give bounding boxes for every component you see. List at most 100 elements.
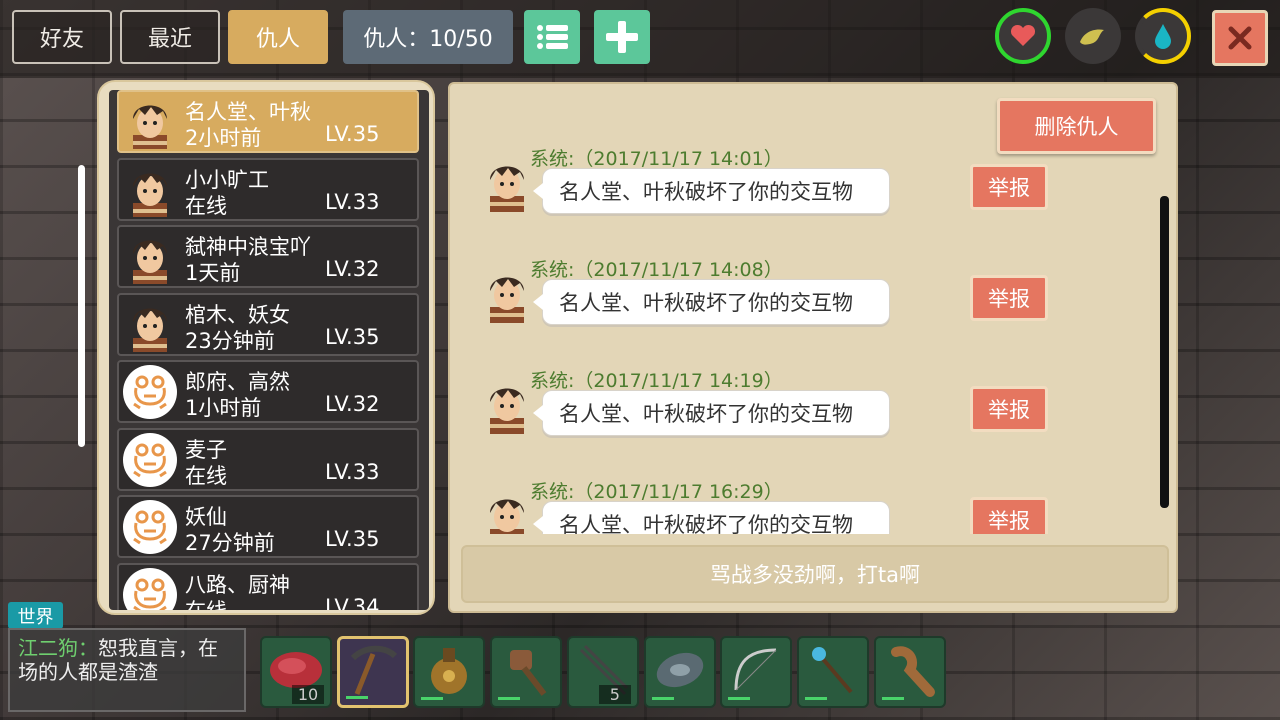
message-item: 系统:（2017/11/17 14:08） 名人堂、叶秋破坏了你的交互物 举报 <box>480 259 1170 347</box>
staff-icon <box>805 642 861 702</box>
message-item: 系统:（2017/11/17 14:01） 名人堂、叶秋破坏了你的交互物 举报 <box>480 148 1170 236</box>
enemy-list-item[interactable]: 妖仙 27分钟前 LV.35 <box>117 495 419 558</box>
enemy-list-item[interactable]: 棺木、妖女 23分钟前 LV.35 <box>117 292 419 356</box>
enemy-list-item[interactable]: 郎府、高然 1小时前 LV.32 <box>117 360 419 423</box>
message-system-time: 系统:（2017/11/17 14:19） <box>530 370 783 392</box>
chat-speaker: 江二狗： <box>18 636 98 660</box>
add-button[interactable] <box>594 10 650 64</box>
hotbar-slot[interactable] <box>796 636 869 708</box>
durability-bar <box>881 697 904 700</box>
fight-button[interactable]: 骂战多没劲啊，打ta啊 <box>461 545 1169 603</box>
enemy-level: LV.32 <box>325 257 380 281</box>
hotbar-slot[interactable] <box>490 636 563 708</box>
enemy-last-seen: 在线 <box>185 595 227 611</box>
delete-enemy-button[interactable]: 删除仇人 <box>997 98 1156 154</box>
enemy-last-seen: 1天前 <box>185 261 241 285</box>
plus-icon <box>606 21 638 53</box>
durability-bar <box>345 696 368 699</box>
enemy-last-seen: 在线 <box>185 193 227 218</box>
report-button[interactable]: 举报 <box>970 497 1048 534</box>
durability-bar <box>804 697 827 700</box>
hotbar-slot[interactable]: 10 <box>260 636 332 708</box>
heart-icon <box>1010 24 1036 46</box>
bow-icon <box>728 642 784 702</box>
hotbar-slot[interactable] <box>336 636 409 708</box>
enemy-level: LV.33 <box>325 459 380 484</box>
thirst-indicator <box>1135 8 1191 64</box>
list-icon <box>537 25 568 49</box>
enemy-count: 仇人：10/50 <box>343 10 513 64</box>
report-button[interactable]: 举报 <box>970 275 1048 321</box>
report-button[interactable]: 举报 <box>970 386 1048 432</box>
hotbar-slot[interactable] <box>413 636 486 708</box>
avatar <box>123 432 177 487</box>
enemy-list-item[interactable]: 名人堂、叶秋 2小时前 LV.35 <box>117 90 419 153</box>
avatar <box>123 163 177 217</box>
message-bubble: 名人堂、叶秋破坏了你的交互物 <box>533 390 890 436</box>
enemy-level: LV.35 <box>325 122 380 146</box>
enemy-last-seen: 23分钟前 <box>185 328 275 353</box>
message-bubble: 名人堂、叶秋破坏了你的交互物 <box>533 279 890 325</box>
avatar <box>123 298 177 352</box>
enemy-list-item[interactable]: 八路、厨神在线LV.34 <box>117 562 419 611</box>
hotbar-slot[interactable] <box>720 636 793 708</box>
item-quantity: 10 <box>292 685 324 704</box>
message-item: 系统:（2017/11/17 14:19） 名人堂、叶秋破坏了你的交互物 举报 <box>480 370 1170 458</box>
enemy-list-item[interactable]: 弑神中浪宝吖 1天前 LV.32 <box>117 225 419 288</box>
close-icon <box>1228 26 1252 50</box>
avatar <box>123 500 177 554</box>
avatar <box>123 567 177 610</box>
water-drop-icon <box>1155 24 1171 49</box>
enemy-level: LV.34 <box>325 594 380 611</box>
hotbar-slot[interactable] <box>643 636 716 708</box>
close-button[interactable] <box>1212 10 1268 66</box>
enemy-list-item[interactable]: 小小旷工 在线 LV.33 <box>117 157 419 221</box>
hammer-icon <box>498 642 554 702</box>
food-icon <box>1080 29 1104 45</box>
list-scrollbar[interactable] <box>78 165 85 447</box>
enemy-last-seen: 2小时前 <box>185 126 262 150</box>
flask-icon <box>421 642 477 702</box>
message-bubble: 名人堂、叶秋破坏了你的交互物 <box>533 501 890 534</box>
shield-icon <box>652 642 708 702</box>
message-bubble: 名人堂、叶秋破坏了你的交互物 <box>533 168 890 214</box>
durability-bar <box>651 697 674 700</box>
enemy-last-seen: 在线 <box>185 463 227 488</box>
hunger-indicator <box>1065 8 1121 64</box>
enemy-list-item[interactable]: 麦子 在线 LV.33 <box>117 427 419 491</box>
enemy-last-seen: 27分钟前 <box>185 531 275 555</box>
chat-box[interactable]: 江二狗：恕我直言，在场的人都是渣渣 <box>8 628 246 712</box>
avatar <box>480 267 524 323</box>
avatar <box>480 378 524 434</box>
hotbar-slot[interactable]: 5 <box>566 636 639 708</box>
chat-channel-tag[interactable]: 世界 <box>8 602 63 629</box>
avatar <box>123 230 177 284</box>
durability-bar <box>421 697 444 700</box>
enemy-list-panel: 名人堂、叶秋 2小时前 LV.35 小小旷工 在线 LV.33 弑神中浪宝吖 1天前 LV.32… <box>97 80 435 615</box>
durability-bar <box>728 697 751 700</box>
health-indicator <box>995 8 1051 64</box>
tab-friends[interactable]: 好友 <box>12 10 112 64</box>
pickaxe-icon <box>345 642 401 702</box>
enemy-list: 名人堂、叶秋 2小时前 LV.35 小小旷工 在线 LV.33 弑神中浪宝吖 1天前 LV.32… <box>109 90 429 610</box>
item-quantity: 5 <box>598 685 631 704</box>
message-system-time: 系统:（2017/11/17 14:01） <box>530 148 783 170</box>
message-system-time: 系统:（2017/11/17 14:08） <box>530 259 783 281</box>
report-button[interactable]: 举报 <box>970 164 1048 210</box>
enemy-level: LV.35 <box>325 527 380 551</box>
avatar <box>123 95 177 149</box>
club-icon <box>882 642 938 702</box>
tab-recent[interactable]: 最近 <box>120 10 220 64</box>
avatar <box>123 365 177 419</box>
message-system-time: 系统:（2017/11/17 16:29） <box>530 481 783 503</box>
hotbar-slot[interactable] <box>873 636 946 708</box>
enemy-last-seen: 1小时前 <box>185 396 262 420</box>
message-item: 系统:（2017/11/17 16:29） 名人堂、叶秋破坏了你的交互物 举报 <box>480 481 1170 534</box>
enemy-level: LV.32 <box>325 392 380 416</box>
avatar <box>480 489 524 534</box>
durability-bar <box>498 697 521 700</box>
avatar <box>480 156 524 212</box>
tab-enemies[interactable]: 仇人 <box>228 10 328 64</box>
message-scrollbar[interactable] <box>1160 196 1169 508</box>
list-button[interactable] <box>524 10 580 64</box>
